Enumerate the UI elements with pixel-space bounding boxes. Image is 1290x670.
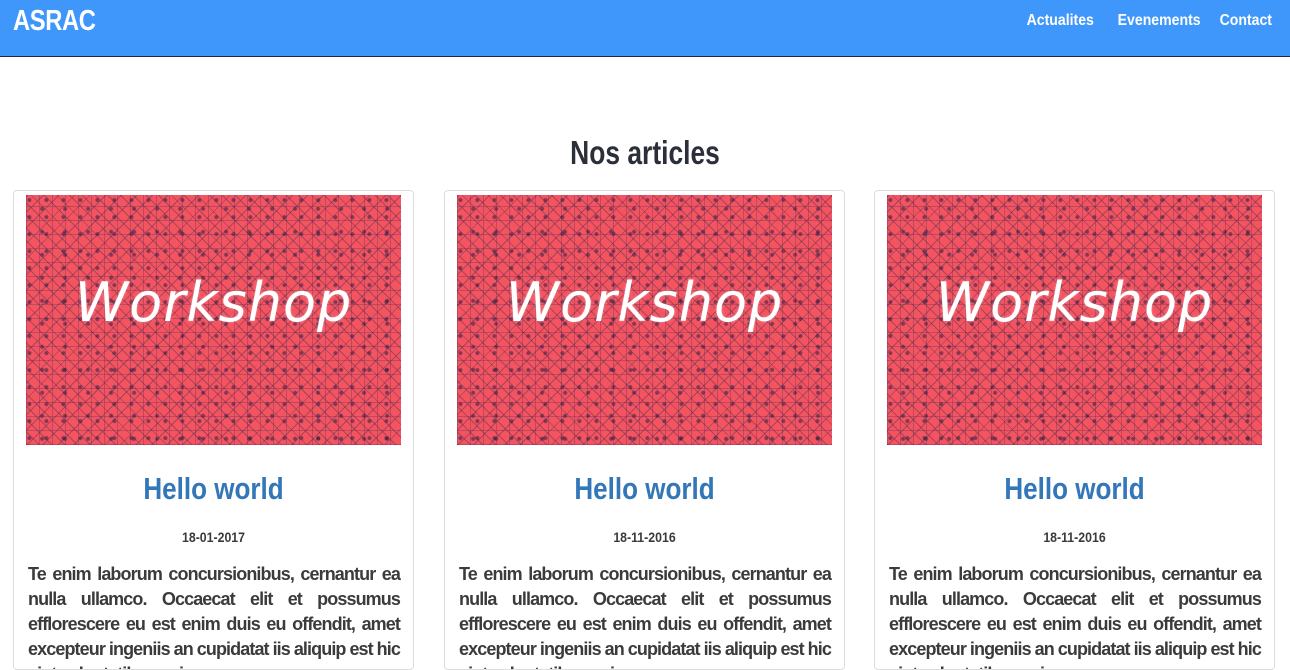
article-thumbnail[interactable]: Workshop [26,195,401,445]
article-excerpt: Te enim laborum concursionibus, cernantu… [28,564,401,669]
section-title: Nos articles [570,134,720,171]
article-thumbnail[interactable]: Workshop [887,195,1262,445]
article-date: 18-01-2017 [181,529,246,545]
nav-link-contact[interactable]: Contact [1220,10,1272,32]
article-title-link[interactable]: Hello world [907,469,1242,509]
article-thumbnail[interactable]: Workshop [457,195,832,445]
article-excerpt: Te enim laborum concursionibus, cernantu… [889,564,1262,669]
article-card[interactable]: Workshop Hello world 18-11-2016 Te enim … [444,190,845,670]
brand-logo-link[interactable]: ASRAC [13,3,96,39]
thumbnail-caption: Workshop [74,271,353,334]
nav-link-evenements[interactable]: Evenements [1118,10,1201,32]
nav-link-actualites[interactable]: Actualites [1026,10,1093,32]
article-excerpt: Te enim laborum concursionibus, cernantu… [459,564,832,669]
thumbnail-caption: Workshop [505,271,784,334]
thumbnail-caption: Workshop [935,271,1214,334]
article-card[interactable]: Workshop Hello world 18-01-2017 Te enim … [13,190,414,670]
article-card[interactable]: Workshop Hello world 18-11-2016 Te enim … [874,190,1275,670]
article-date: 18-11-2016 [1043,529,1106,545]
nav-links: Actualites Evenements Contact [1022,10,1276,32]
article-date: 18-11-2016 [613,529,676,545]
article-title-link[interactable]: Hello world [477,469,812,509]
top-navbar: ASRAC Actualites Evenements Contact [0,0,1290,57]
article-title-link[interactable]: Hello world [46,469,381,509]
